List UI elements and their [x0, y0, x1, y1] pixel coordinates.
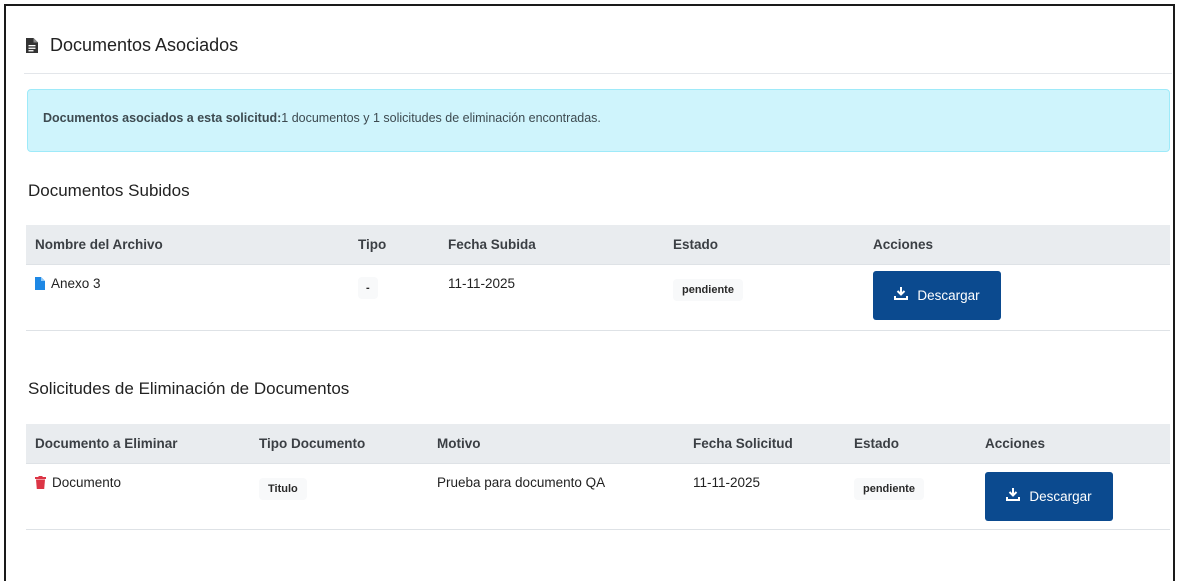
download-button-label: Descargar	[917, 287, 980, 303]
panel-header: Documentos Asociados	[24, 20, 1172, 74]
deletions-section-title: Solicitudes de Eliminación de Documentos	[28, 379, 350, 398]
actions-cell: Descargar	[977, 463, 1170, 530]
column-header: Fecha Subida	[424, 225, 649, 265]
column-header: Estado	[845, 424, 977, 464]
document-name: Documento	[52, 474, 122, 490]
deletion-requests-table: Documento a Eliminar Tipo Documento Moti…	[26, 424, 1170, 530]
table-row: Anexo 3 - 11-11-2025 pendiente Descargar	[26, 264, 1170, 331]
file-document-icon	[26, 38, 38, 58]
column-header: Motivo	[423, 424, 684, 464]
status-cell: pendiente	[649, 264, 851, 331]
request-date-cell: 11-11-2025	[684, 463, 845, 530]
page-title: Documentos Asociados	[50, 35, 239, 55]
column-header: Fecha Solicitud	[684, 424, 845, 464]
actions-cell: Descargar	[851, 264, 1170, 331]
column-header: Tipo Documento	[245, 424, 423, 464]
download-button-label: Descargar	[1029, 488, 1092, 504]
file-blue-icon	[35, 276, 45, 293]
type-badge: -	[358, 276, 378, 299]
download-icon	[1006, 488, 1021, 504]
file-name[interactable]: Anexo 3	[51, 276, 101, 291]
download-button[interactable]: Descargar	[873, 270, 1001, 320]
date-cell: 11-11-2025	[424, 264, 649, 331]
column-header: Estado	[649, 225, 851, 265]
status-badge: pendiente	[854, 477, 924, 500]
reason-cell: Prueba para documento QA	[423, 463, 684, 530]
trash-red-icon	[35, 475, 46, 492]
download-button[interactable]: Descargar	[985, 471, 1113, 521]
download-icon	[894, 287, 909, 303]
type-cell: -	[337, 264, 424, 331]
status-badge: pendiente	[673, 278, 743, 301]
uploaded-documents-table: Nombre del Archivo Tipo Fecha Subida Est…	[26, 225, 1170, 331]
column-header: Acciones	[977, 424, 1170, 464]
status-cell: pendiente	[845, 463, 977, 530]
alert-strong-text: Documentos asociados a esta solicitud:	[43, 111, 282, 125]
uploaded-section-title: Documentos Subidos	[28, 181, 190, 200]
column-header: Tipo	[337, 225, 424, 265]
table-row: Documento Titulo Prueba para documento Q…	[26, 463, 1170, 530]
column-header: Acciones	[851, 225, 1170, 265]
file-name-cell: Anexo 3	[26, 264, 337, 331]
info-alert: Documentos asociados a esta solicitud:1 …	[27, 89, 1170, 152]
table-header-row: Documento a Eliminar Tipo Documento Moti…	[26, 424, 1170, 464]
document-type-badge: Titulo	[259, 477, 307, 500]
column-header: Documento a Eliminar	[26, 424, 245, 464]
document-type-cell: Titulo	[245, 463, 423, 530]
document-name-cell: Documento	[26, 463, 245, 530]
alert-text: 1 documentos y 1 solicitudes de eliminac…	[281, 111, 601, 125]
table-header-row: Nombre del Archivo Tipo Fecha Subida Est…	[26, 225, 1170, 265]
column-header: Nombre del Archivo	[26, 225, 337, 265]
